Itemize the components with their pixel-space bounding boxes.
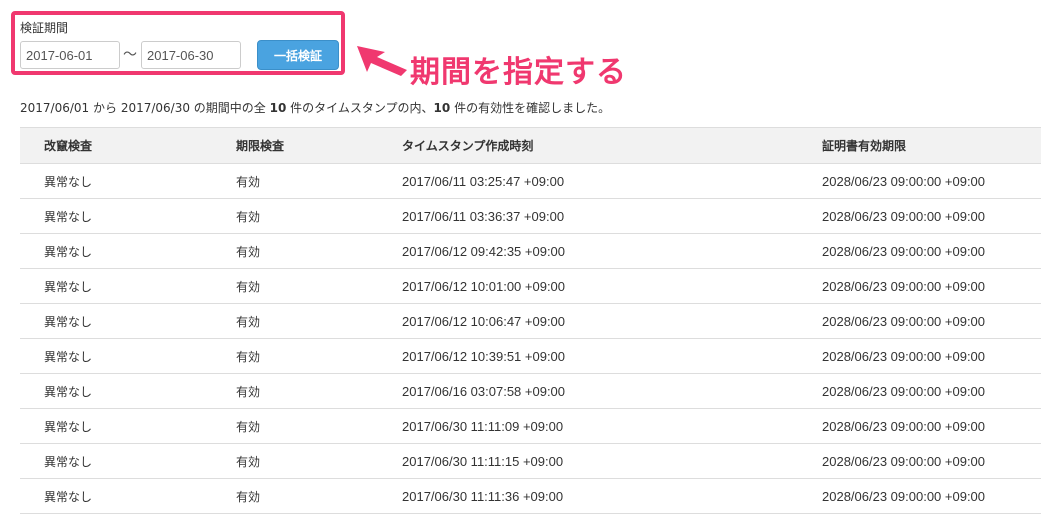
header-tamper-check: 改竄検査 <box>20 127 236 164</box>
cell-cert-expiry: 2028/06/23 09:00:00 +09:00 <box>822 443 1041 479</box>
summary-start: 2017/06/01 <box>20 101 90 115</box>
cell-timestamp: 2017/06/11 03:36:37 +09:00 <box>402 198 822 234</box>
annotation-text: 期間を指定する <box>410 55 627 90</box>
bulk-verify-button[interactable]: 一括検証 <box>257 40 339 70</box>
cell-expiry-result: 有効 <box>236 163 402 199</box>
date-separator: 〜 <box>123 47 137 63</box>
cell-cert-expiry: 2028/06/23 09:00:00 +09:00 <box>822 338 1041 374</box>
cell-tamper-result: 異常なし <box>20 303 236 339</box>
cell-tamper-result: 異常なし <box>20 408 236 444</box>
arrow-left-icon <box>357 46 407 76</box>
cell-expiry-result: 有効 <box>236 443 402 479</box>
start-date-input[interactable] <box>20 41 120 69</box>
summary-text: 2017/06/01 から 2017/06/30 の期間中の全 10 件のタイム… <box>20 99 610 116</box>
cell-cert-expiry: 2028/06/23 09:00:00 +09:00 <box>822 233 1041 269</box>
table-row: 異常なし 有効 2017/06/12 09:42:35 +09:00 2028/06/… <box>20 233 1041 269</box>
cell-tamper-result: 異常なし <box>20 163 236 199</box>
cell-timestamp: 2017/06/30 11:11:36 +09:00 <box>402 478 822 514</box>
summary-valid-count: 10 <box>433 101 451 115</box>
cell-timestamp: 2017/06/11 03:25:47 +09:00 <box>402 163 822 199</box>
cell-cert-expiry: 2028/06/23 09:00:00 +09:00 <box>822 163 1041 199</box>
cell-expiry-result: 有効 <box>236 303 402 339</box>
summary-total-count: 10 <box>269 101 287 115</box>
cell-tamper-result: 異常なし <box>20 268 236 304</box>
header-timestamp-created: タイムスタンプ作成時刻 <box>402 127 822 164</box>
cell-timestamp: 2017/06/12 10:06:47 +09:00 <box>402 303 822 339</box>
table-row: 異常なし 有効 2017/06/11 03:25:47 +09:00 2028/06/… <box>20 163 1041 199</box>
cell-expiry-result: 有効 <box>236 268 402 304</box>
table-row: 異常なし 有効 2017/06/30 11:11:36 +09:00 2028/06/… <box>20 478 1041 514</box>
cell-expiry-result: 有効 <box>236 233 402 269</box>
table-row: 異常なし 有効 2017/06/12 10:39:51 +09:00 2028/06/… <box>20 338 1041 374</box>
cell-expiry-result: 有効 <box>236 408 402 444</box>
table-row: 異常なし 有効 2017/06/30 11:11:09 +09:00 2028/06/… <box>20 408 1041 444</box>
cell-tamper-result: 異常なし <box>20 478 236 514</box>
table-row: 異常なし 有効 2017/06/11 03:36:37 +09:00 2028/06/… <box>20 198 1041 234</box>
cell-cert-expiry: 2028/06/23 09:00:00 +09:00 <box>822 408 1041 444</box>
summary-text-1: から <box>89 101 121 115</box>
table-row: 異常なし 有効 2017/06/16 03:07:58 +09:00 2028/06/… <box>20 373 1041 409</box>
cell-timestamp: 2017/06/30 11:11:09 +09:00 <box>402 408 822 444</box>
summary-end: 2017/06/30 <box>120 101 190 115</box>
cell-expiry-result: 有効 <box>236 373 402 409</box>
table-row: 異常なし 有効 2017/06/12 10:06:47 +09:00 2028/06/… <box>20 303 1041 339</box>
summary-text-4: 件の有効性を確認しました。 <box>450 101 611 115</box>
cell-cert-expiry: 2028/06/23 09:00:00 +09:00 <box>822 478 1041 514</box>
header-cert-expiry: 証明書有効期限 <box>822 127 1041 164</box>
cell-cert-expiry: 2028/06/23 09:00:00 +09:00 <box>822 268 1041 304</box>
cell-tamper-result: 異常なし <box>20 233 236 269</box>
cell-timestamp: 2017/06/16 03:07:58 +09:00 <box>402 373 822 409</box>
cell-cert-expiry: 2028/06/23 09:00:00 +09:00 <box>822 303 1041 339</box>
cell-cert-expiry: 2028/06/23 09:00:00 +09:00 <box>822 373 1041 409</box>
cell-timestamp: 2017/06/12 10:39:51 +09:00 <box>402 338 822 374</box>
cell-tamper-result: 異常なし <box>20 443 236 479</box>
table-row: 異常なし 有効 2017/06/30 11:11:15 +09:00 2028/06/… <box>20 443 1041 479</box>
summary-text-2: の期間中の全 <box>189 101 270 115</box>
cell-expiry-result: 有効 <box>236 478 402 514</box>
cell-timestamp: 2017/06/12 10:01:00 +09:00 <box>402 268 822 304</box>
header-expiry-check: 期限検査 <box>236 127 402 164</box>
cell-expiry-result: 有効 <box>236 198 402 234</box>
cell-tamper-result: 異常なし <box>20 338 236 374</box>
cell-expiry-result: 有効 <box>236 338 402 374</box>
table-header-row: 改竄検査 期限検査 タイムスタンプ作成時刻 証明書有効期限 <box>20 127 1041 164</box>
cell-timestamp: 2017/06/30 11:11:15 +09:00 <box>402 443 822 479</box>
results-table: 改竄検査 期限検査 タイムスタンプ作成時刻 証明書有効期限 異常なし 有効 2017… <box>20 127 1041 514</box>
cell-cert-expiry: 2028/06/23 09:00:00 +09:00 <box>822 198 1041 234</box>
period-label: 検証期間 <box>20 21 69 35</box>
end-date-input[interactable] <box>141 41 241 69</box>
table-row: 異常なし 有効 2017/06/12 10:01:00 +09:00 2028/06/… <box>20 268 1041 304</box>
cell-tamper-result: 異常なし <box>20 198 236 234</box>
summary-text-3: 件のタイムスタンプの内、 <box>286 101 434 115</box>
cell-timestamp: 2017/06/12 09:42:35 +09:00 <box>402 233 822 269</box>
cell-tamper-result: 異常なし <box>20 373 236 409</box>
